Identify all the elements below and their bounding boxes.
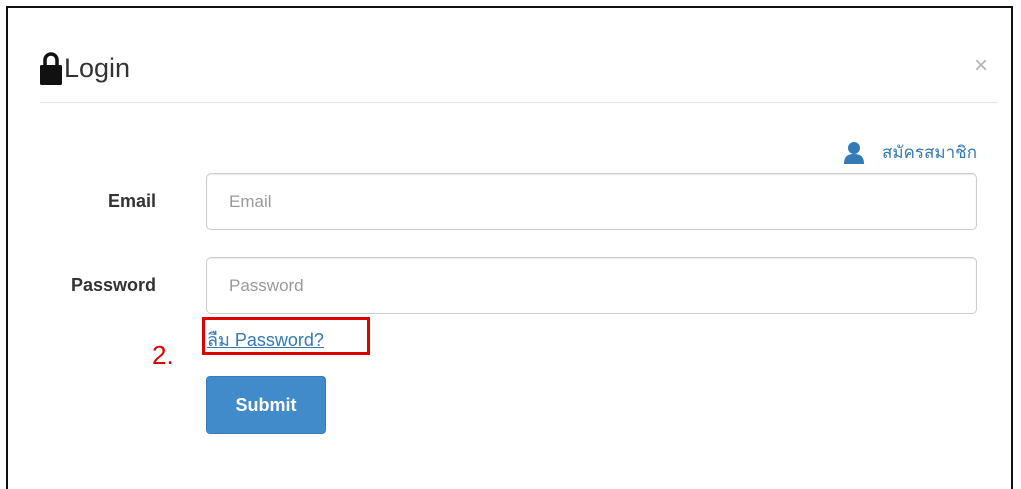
annotation-highlight-box — [202, 317, 370, 355]
register-link-label: สมัครสมาชิก — [881, 143, 977, 162]
lock-icon — [40, 52, 62, 85]
email-field[interactable] — [206, 173, 977, 230]
modal-title-text: Login — [64, 53, 131, 83]
modal-header: Login × — [40, 48, 998, 103]
email-label: Email — [107, 191, 156, 211]
submit-button[interactable]: Submit — [206, 376, 326, 434]
password-field[interactable] — [206, 257, 977, 314]
register-link[interactable]: สมัครสมาชิก — [843, 139, 977, 166]
modal-title: Login — [40, 48, 130, 88]
password-label: Password — [70, 275, 156, 295]
close-button[interactable]: × — [974, 54, 988, 78]
user-icon — [843, 141, 864, 164]
login-modal: Login × สมัครสมาชิก Email Password ลืม P… — [6, 6, 1013, 489]
annotation-step-number: 2. — [152, 340, 174, 370]
